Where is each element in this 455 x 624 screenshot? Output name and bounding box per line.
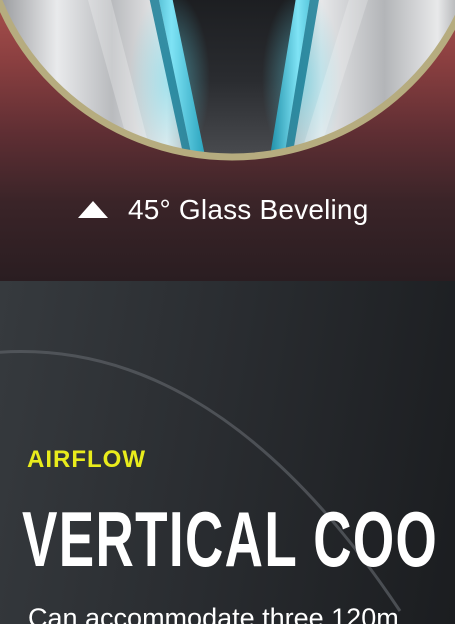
glass-beveling-hero: 45° Glass Beveling	[0, 0, 455, 281]
airflow-section: AIRFLOW VERTICAL COO Can accommodate thr…	[0, 281, 455, 624]
triangle-up-icon	[78, 200, 108, 218]
page: 45° Glass Beveling AIRFLOW VERTICAL COO …	[0, 0, 455, 624]
section-eyebrow: AIRFLOW	[27, 446, 146, 473]
section-heading: VERTICAL COO	[22, 494, 455, 584]
section-description: Can accommodate three 120m	[28, 601, 455, 624]
glass-bevel-closeup-image	[0, 0, 455, 161]
section-description-text: Can accommodate three 120m	[28, 603, 399, 624]
caption-text: 45° Glass Beveling	[128, 194, 369, 225]
section-heading-text: VERTICAL COO	[22, 495, 439, 583]
glass-beveling-caption: 45° Glass Beveling	[78, 192, 368, 228]
